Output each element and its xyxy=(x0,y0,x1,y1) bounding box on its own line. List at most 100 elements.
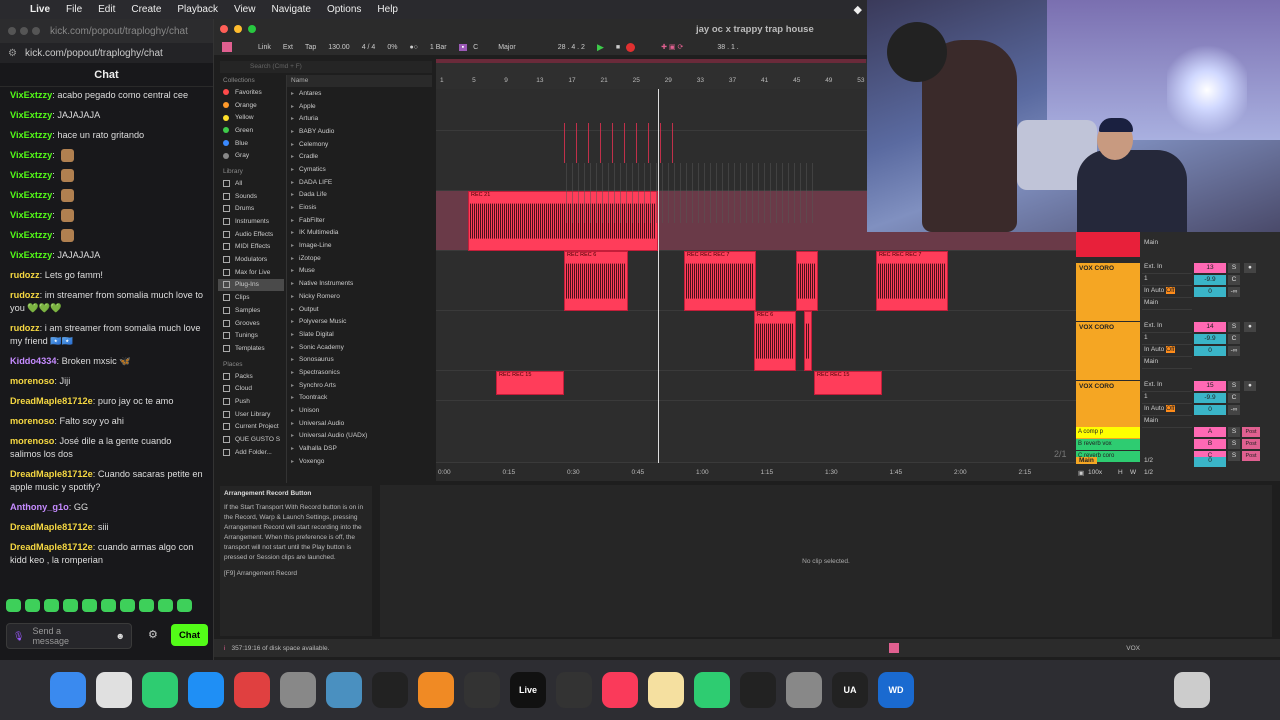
chat-username[interactable]: DreadMaple81712e xyxy=(10,542,93,552)
plugin-folder-item[interactable]: Muse xyxy=(287,265,432,278)
chat-username[interactable]: VixExtzzy xyxy=(10,150,52,160)
plugin-folder-item[interactable]: Apple xyxy=(287,100,432,113)
menu-options[interactable]: Options xyxy=(319,4,369,15)
link-button[interactable]: Link xyxy=(252,44,277,51)
collection-item[interactable]: Orange xyxy=(218,99,284,112)
emote-icon[interactable] xyxy=(6,599,21,612)
collection-item[interactable]: Yellow xyxy=(218,111,284,124)
audio-clip[interactable] xyxy=(796,251,818,311)
ua-icon[interactable]: UA xyxy=(832,672,868,708)
input-select[interactable]: Ext. In xyxy=(1142,381,1192,392)
library-item[interactable]: Plug-Ins xyxy=(218,278,284,292)
emote-icon[interactable] xyxy=(120,599,135,612)
app-store-icon[interactable] xyxy=(188,672,224,708)
metronome-icon[interactable]: ●○ xyxy=(403,44,423,51)
plugin-folder-item[interactable]: Cymatics xyxy=(287,163,432,176)
ableton-icon[interactable]: Live xyxy=(510,672,546,708)
send-inf[interactable]: -∞ xyxy=(1228,346,1240,356)
track-volume[interactable]: -9.9 xyxy=(1194,334,1226,344)
browser-search-input[interactable]: Search (Cmd + F) xyxy=(220,61,432,73)
plugin-folder-item[interactable]: Spectrasonics xyxy=(287,366,432,379)
send-inf[interactable]: -∞ xyxy=(1228,287,1240,297)
plugin-folder-item[interactable]: Dada Life xyxy=(287,189,432,202)
control-center-icon[interactable]: ◆ xyxy=(854,3,862,16)
return-track-name[interactable]: B reverb vox xyxy=(1076,439,1140,450)
chat-username[interactable]: VixExtzzy xyxy=(10,190,52,200)
monitor-in[interactable]: In xyxy=(1144,346,1149,353)
library-item[interactable]: Samples xyxy=(218,304,284,317)
ua-connect-icon[interactable] xyxy=(280,672,316,708)
places-item[interactable]: Packs xyxy=(218,370,284,383)
chatgpt-icon[interactable] xyxy=(740,672,776,708)
return-track-name[interactable]: A comp p xyxy=(1076,427,1140,438)
chrome-icon[interactable] xyxy=(234,672,270,708)
emote-icon[interactable] xyxy=(82,599,97,612)
chat-username[interactable]: Anthony_g1o xyxy=(10,502,69,512)
scale-mode-icon[interactable]: ▪ xyxy=(458,43,468,51)
menu-create[interactable]: Create xyxy=(123,4,169,15)
url-bar[interactable]: ⚙ kick.com/popout/traploghy/chat xyxy=(0,43,213,63)
close-button[interactable] xyxy=(220,25,228,33)
solo-button[interactable]: S xyxy=(1228,381,1240,391)
output-select[interactable]: Main xyxy=(1142,299,1192,310)
monitor-in[interactable]: In xyxy=(1144,405,1149,412)
chat-username[interactable]: VixExtzzy xyxy=(10,110,52,120)
library-item[interactable]: Sounds xyxy=(218,190,284,203)
track-volume[interactable]: -9.9 xyxy=(1194,275,1226,285)
send-amount[interactable]: 0 xyxy=(1194,346,1226,356)
plugin-folder-item[interactable]: Celemony xyxy=(287,138,432,151)
send-inf[interactable]: -∞ xyxy=(1228,405,1240,415)
mode-toggle[interactable] xyxy=(222,42,232,52)
send-amount[interactable]: 0 xyxy=(1194,405,1226,415)
return-letter[interactable]: B xyxy=(1194,439,1226,449)
input-select[interactable]: 1 xyxy=(1142,275,1192,286)
library-item[interactable]: Drums xyxy=(218,203,284,216)
zoom-button[interactable] xyxy=(248,25,256,33)
collection-item[interactable]: Favorites xyxy=(218,86,284,99)
settings-icon[interactable] xyxy=(786,672,822,708)
track-volume[interactable]: -9.9 xyxy=(1194,393,1226,403)
minimize-dot[interactable] xyxy=(20,27,28,35)
plugin-folder-item[interactable]: iZotope xyxy=(287,252,432,265)
monitor-auto[interactable]: Auto xyxy=(1151,287,1164,294)
chat-username[interactable]: rudozz xyxy=(10,290,40,300)
chat-username[interactable]: Kiddo4334 xyxy=(10,356,56,366)
chat-username[interactable]: morenoso xyxy=(10,376,54,386)
finder-icon[interactable] xyxy=(50,672,86,708)
chat-username[interactable]: morenoso xyxy=(10,436,54,446)
plugin-folder-item[interactable]: Polyverse Music xyxy=(287,315,432,328)
time-signature-field[interactable]: 4 / 4 xyxy=(356,44,382,51)
places-item[interactable]: Push xyxy=(218,395,284,408)
microphone-icon[interactable]: 🎙 xyxy=(13,631,24,642)
solo-button[interactable]: S xyxy=(1228,439,1240,449)
pan-knob[interactable]: C xyxy=(1228,275,1240,285)
library-item[interactable]: Tunings xyxy=(218,329,284,342)
places-item[interactable]: Cloud xyxy=(218,382,284,395)
close-dot[interactable] xyxy=(8,27,16,35)
track-color-header[interactable] xyxy=(1076,231,1140,257)
quantize-select[interactable]: 1 Bar xyxy=(424,44,453,51)
plugin-folder-item[interactable]: Cradle xyxy=(287,150,432,163)
input-select[interactable]: Ext. In xyxy=(1142,263,1192,274)
scale-select[interactable]: Major xyxy=(492,44,522,51)
input-select[interactable]: 1 xyxy=(1142,334,1192,345)
solo-button[interactable]: S xyxy=(1228,263,1240,273)
places-item[interactable]: QUE GUSTO S xyxy=(218,433,284,446)
audio-clip[interactable]: REC 6 xyxy=(754,311,796,371)
chat-username[interactable]: morenoso xyxy=(10,416,54,426)
chat-username[interactable]: DreadMaple81712e xyxy=(10,396,93,406)
monitor-buttons[interactable]: In Auto Off xyxy=(1142,287,1192,298)
library-item[interactable]: Clips xyxy=(218,291,284,304)
tap-button[interactable]: Tap xyxy=(299,44,322,51)
zoom-dot[interactable] xyxy=(32,27,40,35)
minimize-button[interactable] xyxy=(234,25,242,33)
capcut-icon[interactable] xyxy=(372,672,408,708)
chat-username[interactable]: DreadMaple81712e xyxy=(10,469,93,479)
automation-arm-icon[interactable]: ✚ ▣ ⟳ xyxy=(655,43,689,51)
tempo-field[interactable]: 130.00 xyxy=(322,44,355,51)
track-number[interactable]: 15 xyxy=(1194,381,1226,391)
emote-icon[interactable] xyxy=(177,599,192,612)
obs-icon[interactable] xyxy=(556,672,592,708)
track-number[interactable]: 14 xyxy=(1194,322,1226,332)
info-toggle-icon[interactable]: i xyxy=(224,645,225,652)
